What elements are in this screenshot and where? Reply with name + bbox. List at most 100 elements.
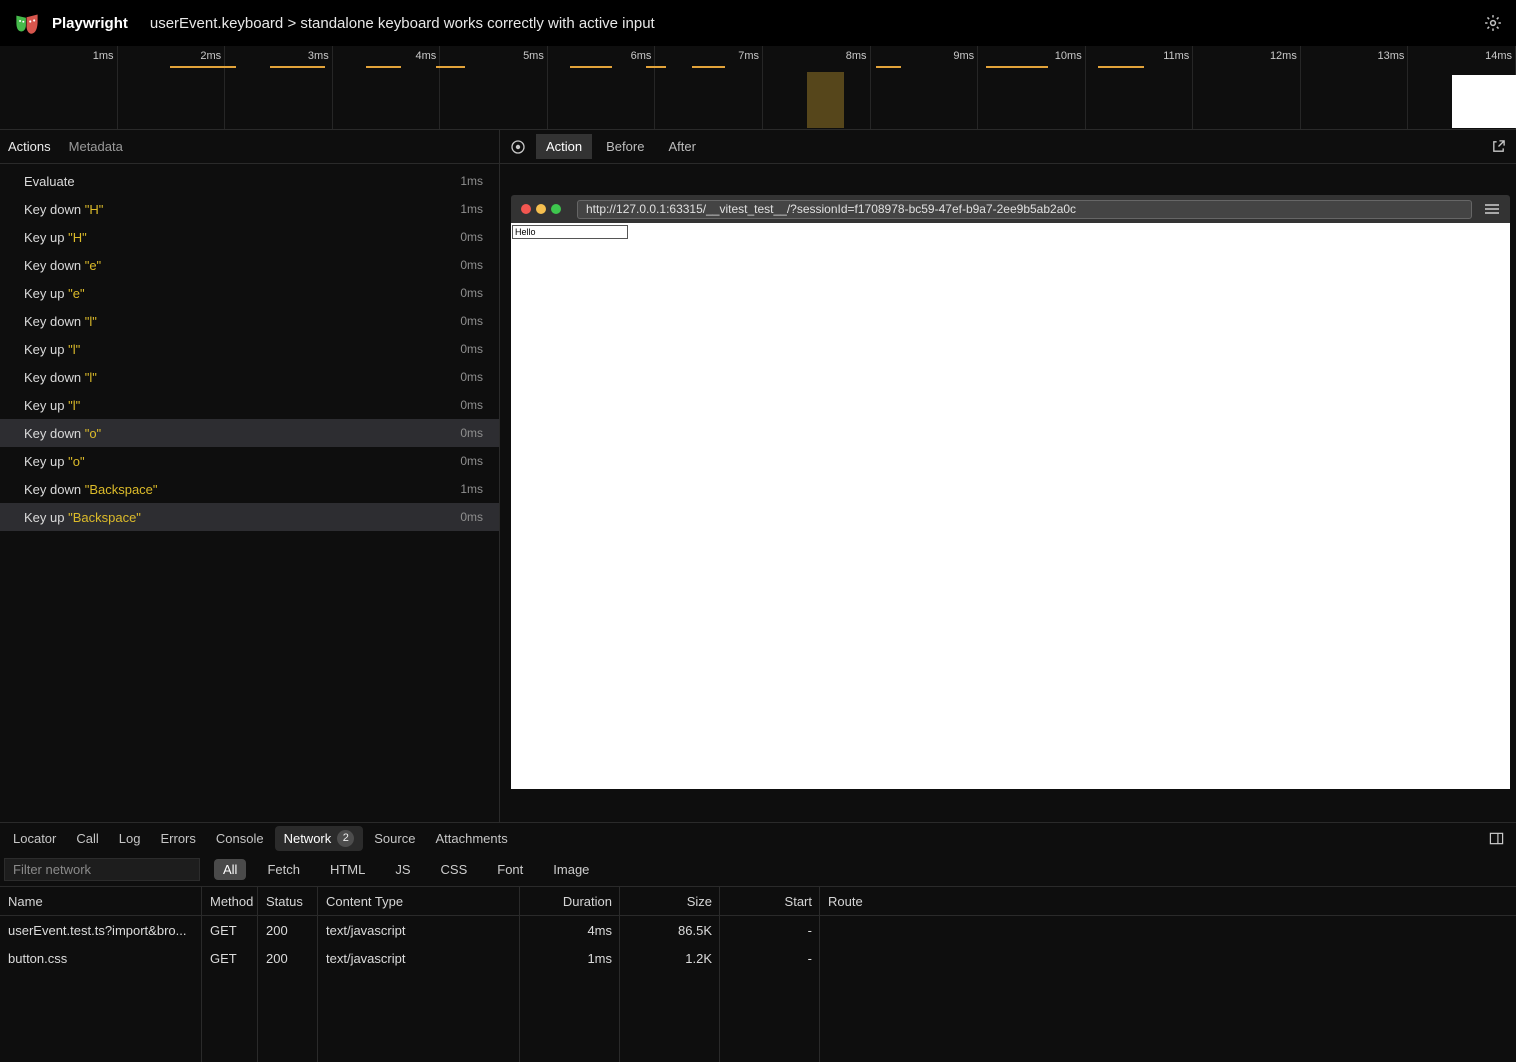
bottom-tab-label: Source — [374, 831, 415, 846]
filter-chip-all[interactable]: All — [214, 859, 246, 880]
timeline-tick-label: 8ms — [846, 50, 867, 62]
action-row[interactable]: Key down "e"0ms — [0, 251, 499, 279]
action-row[interactable]: Key down "H"1ms — [0, 195, 499, 223]
bottom-tab-errors[interactable]: Errors — [151, 827, 204, 850]
action-key: "H" — [64, 230, 86, 245]
action-key: "o" — [81, 426, 101, 441]
action-row[interactable]: Key up "H"0ms — [0, 223, 499, 251]
network-filter-input[interactable] — [4, 858, 200, 881]
bottom-tab-label: Attachments — [435, 831, 507, 846]
tab-actions[interactable]: Actions — [8, 139, 51, 154]
filter-chip-font[interactable]: Font — [488, 859, 532, 880]
column-header-start[interactable]: Start — [720, 894, 820, 909]
action-key: "H" — [81, 202, 103, 217]
bottom-tab-source[interactable]: Source — [365, 827, 424, 850]
bottom-tab-log[interactable]: Log — [110, 827, 150, 850]
bottom-tab-locator[interactable]: Locator — [4, 827, 65, 850]
network-cell: text/javascript — [318, 923, 520, 938]
actions-list: Evaluate1msKey down "H"1msKey up "H"0msK… — [0, 164, 499, 822]
tab-before[interactable]: Before — [596, 134, 654, 159]
action-row[interactable]: Key up "Backspace"0ms — [0, 503, 499, 531]
filter-chip-css[interactable]: CSS — [432, 859, 477, 880]
hello-text-input[interactable] — [512, 225, 628, 239]
column-header-content-type[interactable]: Content Type — [318, 894, 520, 909]
action-title: Key up "Backspace" — [24, 510, 460, 525]
action-row[interactable]: Key up "l"0ms — [0, 335, 499, 363]
pick-locator-icon[interactable] — [510, 139, 526, 155]
network-cell: 200 — [258, 923, 318, 938]
timeline-cell: 2ms — [118, 46, 226, 129]
network-cell: userEvent.test.ts?import&bro... — [0, 923, 202, 938]
action-duration: 0ms — [460, 454, 483, 468]
timeline-action-mark — [646, 66, 666, 68]
open-snapshot-external-icon[interactable] — [1491, 139, 1506, 154]
action-key: "o" — [64, 454, 84, 469]
action-row[interactable]: Key up "e"0ms — [0, 279, 499, 307]
main-split: Actions Metadata Evaluate1msKey down "H"… — [0, 130, 1516, 822]
action-label: Key down — [24, 202, 81, 217]
action-row[interactable]: Evaluate1ms — [0, 167, 499, 195]
action-title: Key up "e" — [24, 286, 460, 301]
column-header-method[interactable]: Method — [202, 894, 258, 909]
action-label: Key down — [24, 314, 81, 329]
timeline[interactable]: 1ms2ms3ms4ms5ms6ms7ms8ms9ms10ms11ms12ms1… — [0, 46, 1516, 130]
panel-layout-toggle-icon[interactable] — [1489, 831, 1504, 846]
tab-metadata[interactable]: Metadata — [69, 139, 123, 154]
timeline-tick-label: 2ms — [200, 50, 221, 62]
action-title: Key up "H" — [24, 230, 460, 245]
timeline-selection-range[interactable] — [807, 72, 844, 128]
action-row[interactable]: Key down "l"0ms — [0, 307, 499, 335]
action-label: Key down — [24, 258, 81, 273]
filter-chip-image[interactable]: Image — [544, 859, 598, 880]
network-cell: 86.5K — [620, 923, 720, 938]
action-row[interactable]: Key down "o"0ms — [0, 419, 499, 447]
column-header-name[interactable]: Name — [0, 894, 202, 909]
network-request-row[interactable]: button.cssGET200text/javascript1ms1.2K- — [0, 944, 1516, 972]
column-header-route[interactable]: Route — [820, 894, 1516, 909]
action-duration: 0ms — [460, 370, 483, 384]
action-row[interactable]: Key down "l"0ms — [0, 363, 499, 391]
network-cell: 1ms — [520, 951, 620, 966]
minimize-dot-icon — [536, 204, 546, 214]
timeline-cell: 13ms — [1301, 46, 1409, 129]
app-title: Playwright — [52, 15, 128, 32]
filter-chip-fetch[interactable]: Fetch — [258, 859, 309, 880]
action-duration: 0ms — [460, 286, 483, 300]
action-row[interactable]: Key up "l"0ms — [0, 391, 499, 419]
settings-gear-icon[interactable] — [1484, 14, 1502, 32]
network-cell: text/javascript — [318, 951, 520, 966]
playwright-logo-icon — [14, 10, 40, 36]
column-header-status[interactable]: Status — [258, 894, 318, 909]
tab-action[interactable]: Action — [536, 134, 592, 159]
details-tab-bar: Locator Call LogErrorsConsoleNetwork2 Sourc… — [0, 823, 1516, 853]
action-key: "e" — [81, 258, 101, 273]
action-title: Key down "e" — [24, 258, 460, 273]
bottom-tab-call[interactable]: Call — [67, 827, 107, 850]
timeline-cell: 3ms — [225, 46, 333, 129]
snapshot-page — [511, 223, 1510, 789]
action-duration: 0ms — [460, 258, 483, 272]
action-key: "Backspace" — [81, 482, 157, 497]
details-panel: Locator Call LogErrorsConsoleNetwork2 Sourc… — [0, 822, 1516, 1062]
timeline-tick-label: 6ms — [631, 50, 652, 62]
column-header-size[interactable]: Size — [620, 894, 720, 909]
network-request-row[interactable]: userEvent.test.ts?import&bro...GET200tex… — [0, 916, 1516, 944]
action-title: Key up "o" — [24, 454, 460, 469]
bottom-tab-network[interactable]: Network2 — [275, 826, 364, 851]
bottom-tab-label: Call — [76, 831, 98, 846]
action-row[interactable]: Key down "Backspace"1ms — [0, 475, 499, 503]
timeline-tick-label: 5ms — [523, 50, 544, 62]
column-header-duration[interactable]: Duration — [520, 894, 620, 909]
bottom-tab-attachments[interactable]: Attachments — [426, 827, 516, 850]
tab-after[interactable]: After — [658, 134, 705, 159]
network-table-header: NameMethodStatusContent TypeDurationSize… — [0, 886, 1516, 916]
action-row[interactable]: Key up "o"0ms — [0, 447, 499, 475]
timeline-action-mark — [366, 66, 401, 68]
filter-chip-js[interactable]: JS — [386, 859, 419, 880]
action-label: Key up — [24, 230, 64, 245]
filter-chip-html[interactable]: HTML — [321, 859, 374, 880]
action-key: "l" — [81, 314, 97, 329]
timeline-tick-label: 9ms — [953, 50, 974, 62]
bottom-tab-console[interactable]: Console — [207, 827, 273, 850]
timeline-cell: 10ms — [978, 46, 1086, 129]
